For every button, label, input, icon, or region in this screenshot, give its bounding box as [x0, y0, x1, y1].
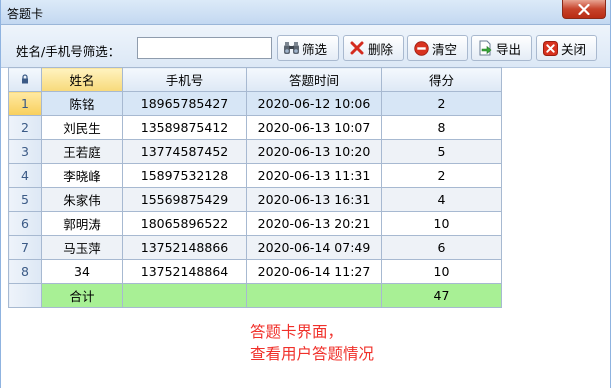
- cell-score[interactable]: 4: [381, 187, 502, 212]
- table-row[interactable]: 1 陈铭 18965785427 2020-06-12 10:06 2: [8, 91, 502, 116]
- red-x-icon: [348, 39, 366, 57]
- cell-score[interactable]: 10: [381, 259, 502, 284]
- cell-name[interactable]: 刘民生: [41, 115, 123, 140]
- cell-score[interactable]: 2: [381, 91, 502, 116]
- row-index[interactable]: 1: [8, 91, 42, 116]
- cell-phone[interactable]: 13774587452: [122, 139, 247, 164]
- cell-time[interactable]: 2020-06-12 10:06: [246, 91, 382, 116]
- total-time-empty: [246, 283, 382, 308]
- filter-input[interactable]: [137, 37, 272, 59]
- close-button-label: 关闭: [561, 41, 587, 57]
- annotation-note: 答题卡界面， 查看用户答题情况: [250, 321, 374, 365]
- total-score: 47: [381, 283, 502, 308]
- annotation-line-1: 答题卡界面，: [250, 323, 344, 341]
- window-title: 答题卡: [7, 7, 44, 21]
- cell-phone[interactable]: 13752148864: [122, 259, 247, 284]
- cell-time[interactable]: 2020-06-13 16:31: [246, 187, 382, 212]
- clear-button[interactable]: 清空: [407, 35, 468, 61]
- clear-button-label: 清空: [432, 41, 458, 57]
- row-index[interactable]: 6: [8, 211, 42, 236]
- column-header-phone[interactable]: 手机号: [122, 67, 247, 92]
- grid-body: 1 陈铭 18965785427 2020-06-12 10:06 2 2 刘民生 13589…: [8, 91, 502, 308]
- cell-name[interactable]: 朱家伟: [41, 187, 123, 212]
- cell-name[interactable]: 马玉萍: [41, 235, 123, 260]
- cell-phone[interactable]: 18065896522: [122, 211, 247, 236]
- filter-label: 姓名/手机号筛选：: [16, 44, 121, 59]
- row-index[interactable]: 3: [8, 139, 42, 164]
- cell-name[interactable]: 陈铭: [41, 91, 123, 116]
- delete-button-label: 删除: [368, 41, 394, 57]
- row-index[interactable]: 7: [8, 235, 42, 260]
- table-row[interactable]: 6 郭明涛 18065896522 2020-06-13 20:21 10: [8, 211, 502, 236]
- cell-phone[interactable]: 13589875412: [122, 115, 247, 140]
- column-header-score[interactable]: 得分: [381, 67, 502, 92]
- table-row[interactable]: 8 34 13752148864 2020-06-14 11:27 10: [8, 259, 502, 284]
- export-document-icon: [476, 39, 494, 57]
- delete-button[interactable]: 删除: [343, 35, 404, 61]
- red-x-close-icon: [541, 39, 559, 57]
- cell-name[interactable]: 郭明涛: [41, 211, 123, 236]
- grid-header-row: 姓名 手机号 答题时间 得分: [8, 67, 502, 92]
- filter-button-label: 筛选: [302, 41, 328, 57]
- answer-card-window: 答题卡 姓名/手机号筛选： 筛选 删除 清空 导出 关闭 姓名 手机号 答题时间…: [0, 0, 611, 388]
- table-row[interactable]: 7 马玉萍 13752148866 2020-06-14 07:49 6: [8, 235, 502, 260]
- close-icon: [578, 3, 590, 15]
- column-header-name[interactable]: 姓名: [41, 67, 123, 92]
- cell-phone[interactable]: 15569875429: [122, 187, 247, 212]
- cell-score[interactable]: 2: [381, 163, 502, 188]
- cell-name[interactable]: 李晓峰: [41, 163, 123, 188]
- export-button[interactable]: 导出: [471, 35, 532, 61]
- column-header-time[interactable]: 答题时间: [246, 67, 382, 92]
- export-button-label: 导出: [496, 41, 522, 57]
- row-index[interactable]: 5: [8, 187, 42, 212]
- total-phone-empty: [122, 283, 247, 308]
- table-row[interactable]: 4 李晓峰 15897532128 2020-06-13 11:31 2: [8, 163, 502, 188]
- cell-phone[interactable]: 15897532128: [122, 163, 247, 188]
- answer-grid[interactable]: 姓名 手机号 答题时间 得分 1 陈铭 18965785427 2020-06-12 …: [8, 67, 502, 308]
- binoculars-icon: [282, 39, 300, 57]
- table-row[interactable]: 3 王若庭 13774587452 2020-06-13 10:20 5: [8, 139, 502, 164]
- cell-name[interactable]: 34: [41, 259, 123, 284]
- close-button[interactable]: 关闭: [536, 35, 597, 61]
- cell-score[interactable]: 5: [381, 139, 502, 164]
- cell-phone[interactable]: 13752148866: [122, 235, 247, 260]
- total-row: 合计 47: [8, 283, 502, 308]
- red-minus-circle-icon: [412, 39, 430, 57]
- cell-score[interactable]: 10: [381, 211, 502, 236]
- cell-name[interactable]: 王若庭: [41, 139, 123, 164]
- title-bar: 答题卡: [1, 0, 610, 25]
- row-index[interactable]: 8: [8, 259, 42, 284]
- cell-time[interactable]: 2020-06-13 11:31: [246, 163, 382, 188]
- filter-button[interactable]: 筛选: [277, 35, 339, 61]
- toolbar: 姓名/手机号筛选： 筛选 删除 清空 导出 关闭: [1, 25, 610, 68]
- grid-corner[interactable]: [8, 67, 42, 92]
- table-row[interactable]: 2 刘民生 13589875412 2020-06-13 10:07 8: [8, 115, 502, 140]
- total-row-header: [8, 283, 42, 308]
- cell-time[interactable]: 2020-06-14 07:49: [246, 235, 382, 260]
- cell-time[interactable]: 2020-06-14 11:27: [246, 259, 382, 284]
- cell-time[interactable]: 2020-06-13 20:21: [246, 211, 382, 236]
- total-label: 合计: [41, 283, 123, 308]
- row-index[interactable]: 2: [8, 115, 42, 140]
- table-row[interactable]: 5 朱家伟 15569875429 2020-06-13 16:31 4: [8, 187, 502, 212]
- lock-icon: [22, 74, 28, 84]
- row-index[interactable]: 4: [8, 163, 42, 188]
- cell-time[interactable]: 2020-06-13 10:20: [246, 139, 382, 164]
- annotation-line-2: 查看用户答题情况: [250, 345, 375, 363]
- cell-score[interactable]: 8: [381, 115, 502, 140]
- cell-phone[interactable]: 18965785427: [122, 91, 247, 116]
- window-close-button[interactable]: [562, 0, 606, 19]
- cell-time[interactable]: 2020-06-13 10:07: [246, 115, 382, 140]
- cell-score[interactable]: 6: [381, 235, 502, 260]
